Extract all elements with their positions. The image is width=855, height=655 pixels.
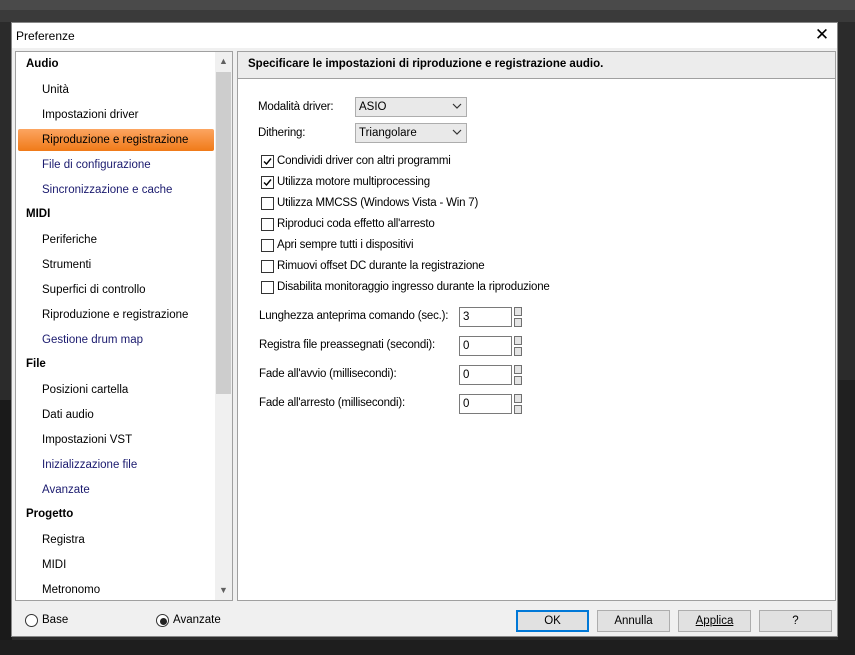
tree-item-midi-progetto[interactable]: MIDI	[18, 554, 214, 576]
tree-category-file[interactable]: File	[26, 358, 46, 370]
tree-item-impostazioni-driver[interactable]: Impostazioni driver	[18, 104, 214, 126]
ok-button[interactable]: OK	[516, 610, 589, 632]
spinner-label-anteprima: Lunghezza anteprima comando (sec.):	[259, 310, 449, 322]
tree-item-unita[interactable]: Unità	[18, 79, 214, 101]
spinner-value: 0	[463, 369, 470, 381]
spinner-buttons[interactable]	[514, 307, 522, 327]
tree-category-midi[interactable]: MIDI	[26, 208, 50, 220]
driver-mode-select[interactable]: ASIO	[355, 97, 467, 117]
cancel-button[interactable]: Annulla	[597, 610, 670, 632]
spinner-label-preassegnati: Registra file preassegnati (secondi):	[259, 339, 436, 351]
spin-up-icon[interactable]	[514, 336, 522, 345]
checkbox-label: Rimuovi offset DC durante la registrazio…	[277, 260, 485, 272]
dithering-value: Triangolare	[359, 127, 417, 139]
checkbox-box[interactable]	[261, 239, 274, 252]
checkbox-label: Apri sempre tutti i dispositivi	[277, 239, 414, 251]
spinner-input-preassegnati[interactable]: 0	[459, 336, 512, 356]
checkbox-box[interactable]	[261, 281, 274, 294]
spin-down-icon[interactable]	[514, 318, 522, 327]
scrollbar-thumb[interactable]	[216, 72, 231, 394]
radio-circle[interactable]	[156, 614, 169, 627]
spinner-buttons[interactable]	[514, 394, 522, 414]
tree-item-riproduzione-registrazione-audio[interactable]: Riproduzione e registrazione	[18, 129, 214, 151]
tree-item-file-configurazione[interactable]: File di configurazione	[18, 154, 214, 176]
spin-up-icon[interactable]	[514, 365, 522, 374]
tree-scrollbar[interactable]: ▲ ▼	[215, 52, 232, 600]
spinner-value: 0	[463, 398, 470, 410]
checkbox-label: Condividi driver con altri programmi	[277, 155, 451, 167]
preferences-tree: Audio Unità Impostazioni driver Riproduz…	[15, 51, 233, 601]
tree-item-impostazioni-vst[interactable]: Impostazioni VST	[18, 429, 214, 451]
spinner-value: 3	[463, 311, 470, 323]
tree-category-progetto[interactable]: Progetto	[26, 508, 73, 520]
tree-item-registra[interactable]: Registra	[18, 529, 214, 551]
radio-label: Base	[42, 614, 69, 626]
tree-item-gestione-drum-map[interactable]: Gestione drum map	[18, 329, 214, 351]
driver-mode-value: ASIO	[359, 101, 387, 113]
title-bar: Preferenze ✕	[12, 23, 837, 48]
spinner-input-anteprima[interactable]: 3	[459, 307, 512, 327]
daw-background-bottom	[0, 640, 855, 655]
spin-up-icon[interactable]	[514, 394, 522, 403]
checkbox-box[interactable]	[261, 155, 274, 168]
spinner-label-fade-avvio: Fade all'avvio (millisecondi):	[259, 368, 397, 380]
tree-item-sincronizzazione-cache[interactable]: Sincronizzazione e cache	[18, 179, 214, 201]
checkbox-box[interactable]	[261, 176, 274, 189]
spin-down-icon[interactable]	[514, 376, 522, 385]
scroll-down-icon[interactable]: ▼	[215, 582, 232, 599]
dithering-label: Dithering:	[258, 127, 306, 139]
spin-down-icon[interactable]	[514, 405, 522, 414]
spinner-input-fade-avvio[interactable]: 0	[459, 365, 512, 385]
tree-item-strumenti[interactable]: Strumenti	[18, 254, 214, 276]
daw-background-right	[838, 380, 855, 640]
tree-item-periferiche[interactable]: Periferiche	[18, 229, 214, 251]
tree-item-riproduzione-registrazione-midi[interactable]: Riproduzione e registrazione	[18, 304, 214, 326]
tree-item-superfici-controllo[interactable]: Superfici di controllo	[18, 279, 214, 301]
scroll-up-icon[interactable]: ▲	[215, 53, 232, 70]
tree-item-avanzate[interactable]: Avanzate	[18, 479, 214, 501]
checkbox-label: Utilizza motore multiprocessing	[277, 176, 430, 188]
dithering-select[interactable]: Triangolare	[355, 123, 467, 143]
settings-panel: Specificare le impostazioni di riproduzi…	[237, 51, 836, 601]
checkbox-label: Disabilita monitoraggio ingresso durante…	[277, 281, 550, 293]
spinner-buttons[interactable]	[514, 336, 522, 356]
checkbox-box[interactable]	[261, 197, 274, 210]
apply-button[interactable]: Applica	[678, 610, 751, 632]
panel-header: Specificare le impostazioni di riproduzi…	[238, 52, 835, 79]
chevron-down-icon	[452, 103, 462, 109]
tree-category-audio[interactable]: Audio	[26, 58, 59, 70]
tree-item-dati-audio[interactable]: Dati audio	[18, 404, 214, 426]
tree-item-inizializzazione-file[interactable]: Inizializzazione file	[18, 454, 214, 476]
checkbox-box[interactable]	[261, 218, 274, 231]
checkmark-icon	[263, 179, 272, 187]
daw-background-top	[0, 0, 855, 22]
spinner-value: 0	[463, 340, 470, 352]
checkmark-icon	[263, 158, 272, 166]
dialog-footer: Base Avanzate OK Annulla Applica ?	[12, 603, 837, 636]
preferences-dialog: Preferenze ✕ Audio Unità Impostazioni dr…	[11, 22, 838, 637]
tree-item-posizioni-cartella[interactable]: Posizioni cartella	[18, 379, 214, 401]
radio-label: Avanzate	[173, 614, 221, 626]
radio-dot	[160, 618, 167, 625]
checkbox-label: Utilizza MMCSS (Windows Vista - Win 7)	[277, 197, 479, 209]
panel-header-text: Specificare le impostazioni di riproduzi…	[248, 58, 604, 70]
checkbox-box[interactable]	[261, 260, 274, 273]
help-button[interactable]: ?	[759, 610, 832, 632]
close-icon[interactable]: ✕	[811, 25, 833, 45]
checkbox-label: Riproduci coda effetto all'arresto	[277, 218, 435, 230]
spinner-label-fade-arresto: Fade all'arresto (millisecondi):	[259, 397, 405, 409]
chevron-down-icon	[452, 129, 462, 135]
spin-down-icon[interactable]	[514, 347, 522, 356]
spin-up-icon[interactable]	[514, 307, 522, 316]
radio-circle[interactable]	[25, 614, 38, 627]
dialog-title: Preferenze	[16, 29, 75, 43]
driver-mode-label: Modalità driver:	[258, 101, 334, 113]
tree-item-metronomo[interactable]: Metronomo	[18, 579, 214, 600]
spinner-input-fade-arresto[interactable]: 0	[459, 394, 512, 414]
spinner-buttons[interactable]	[514, 365, 522, 385]
